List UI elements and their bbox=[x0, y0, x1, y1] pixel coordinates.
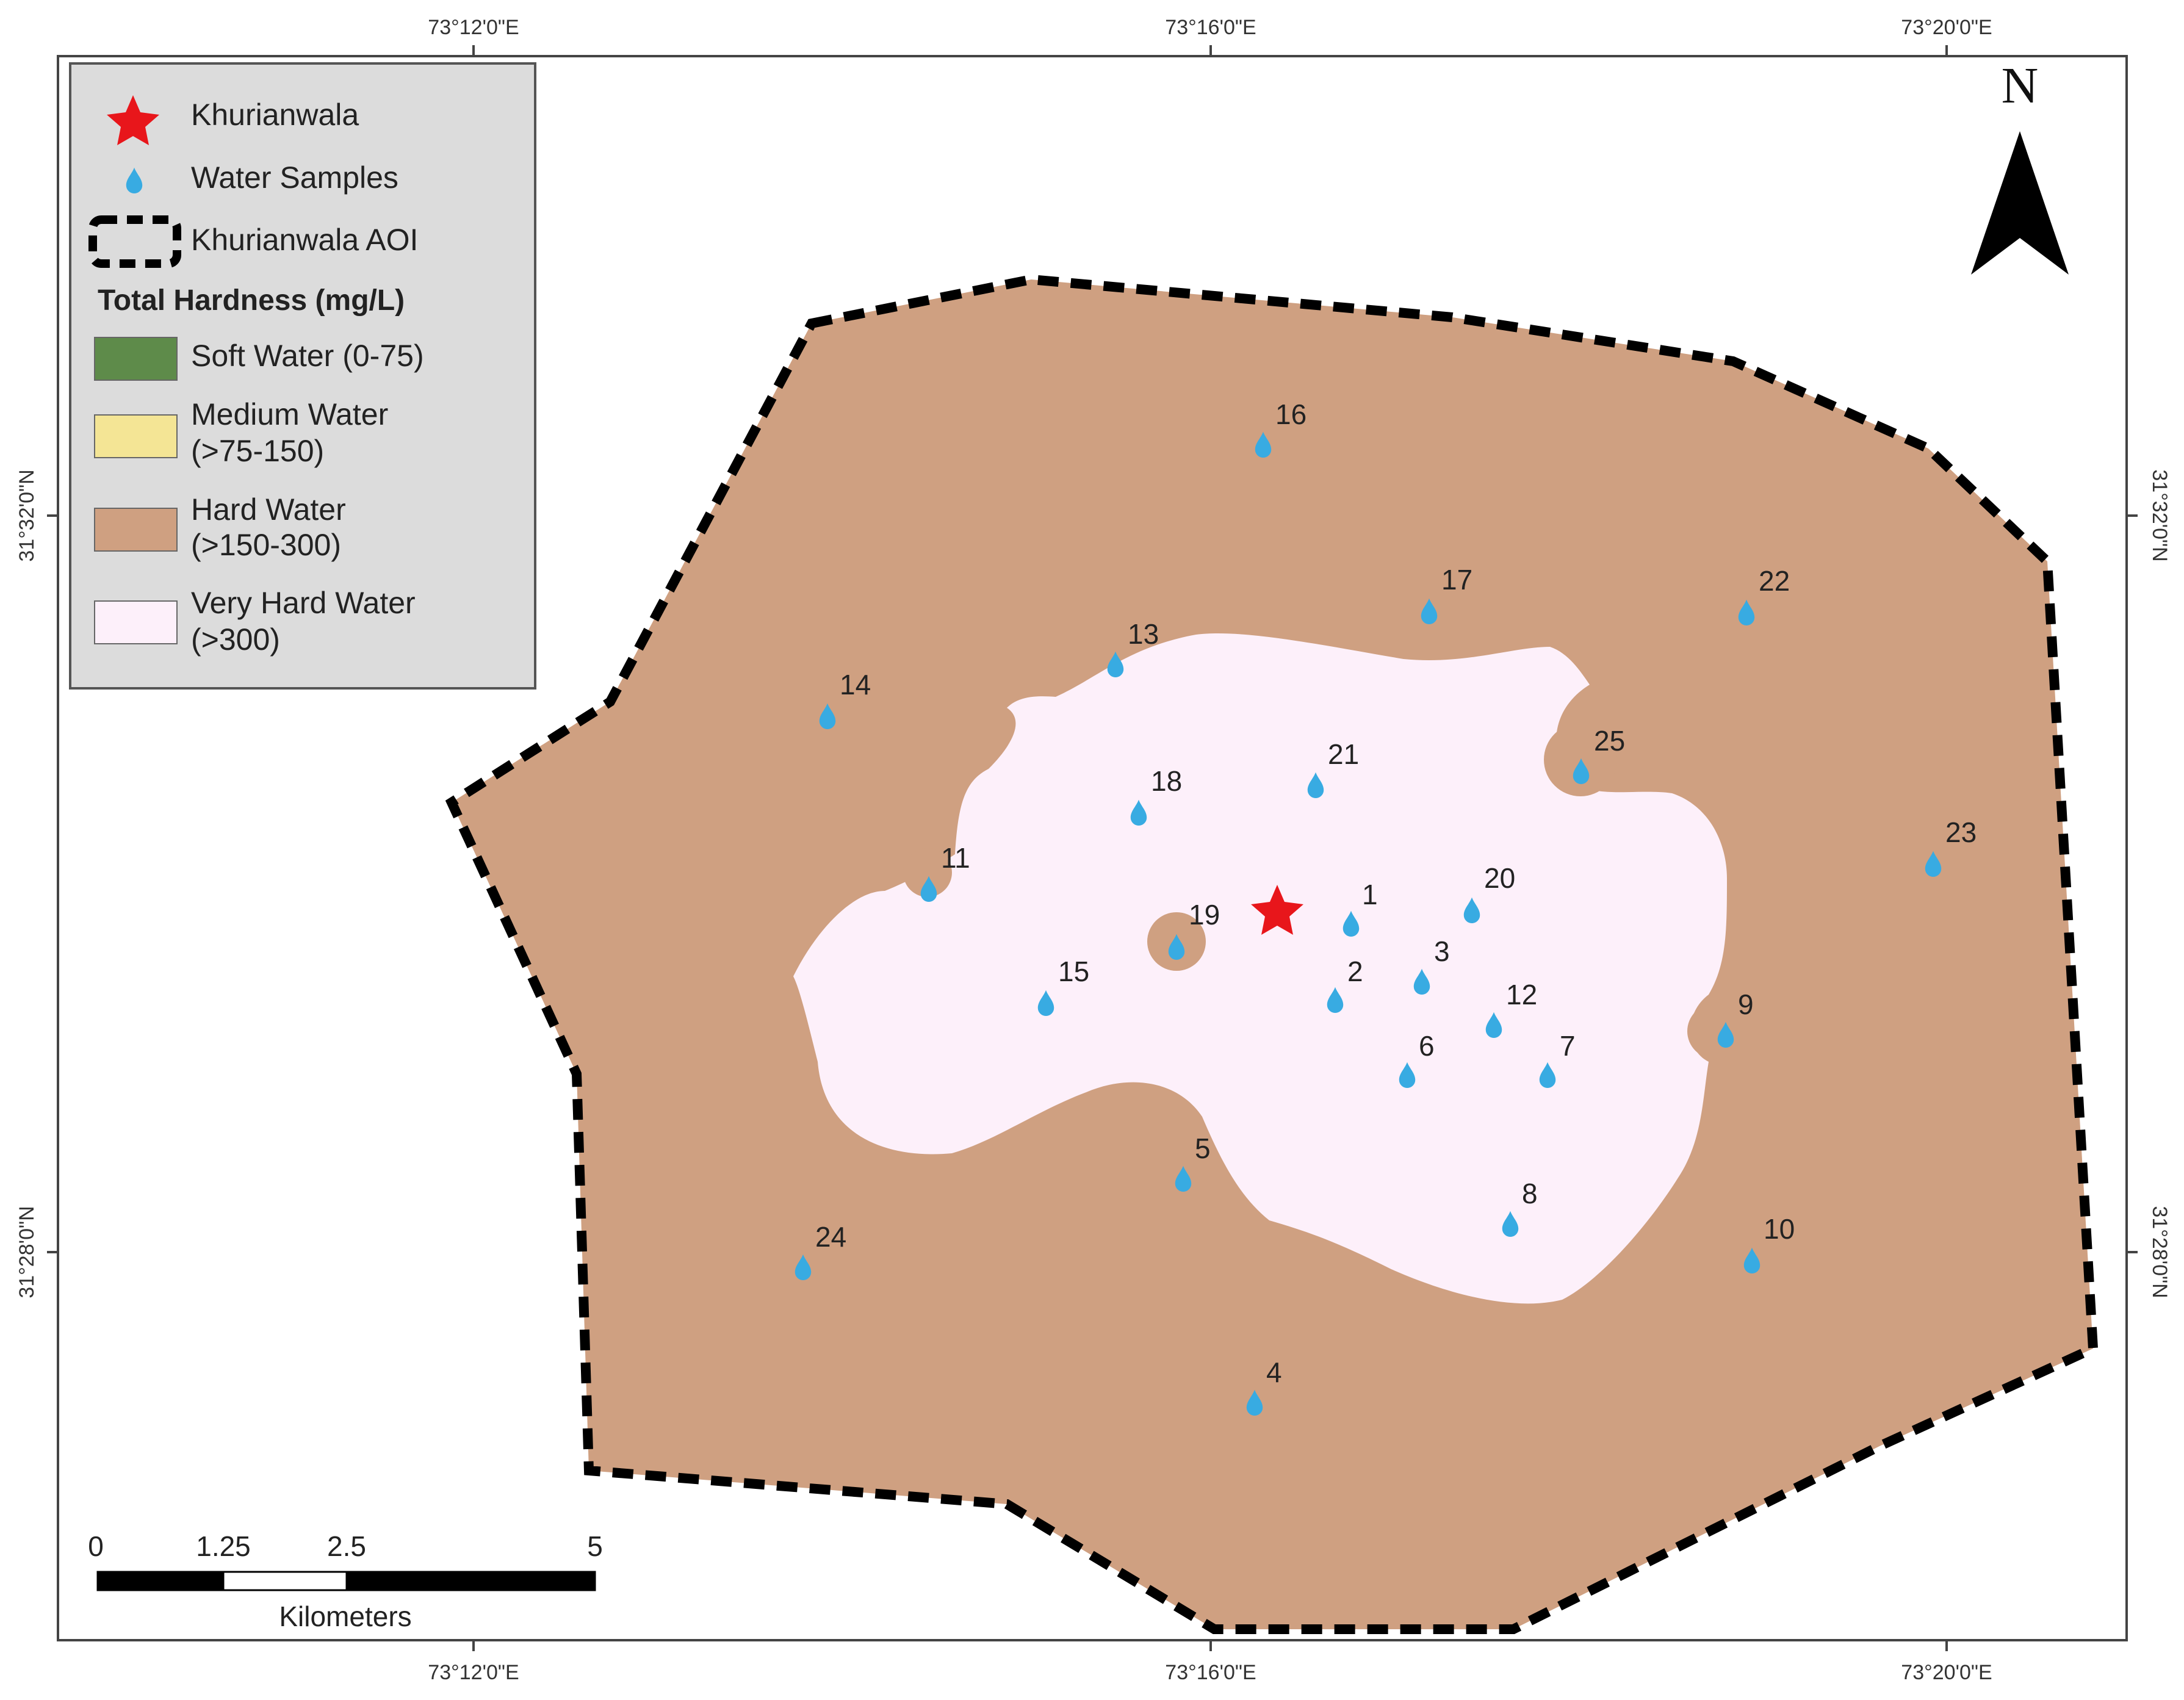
scale-tick-3: 5 bbox=[587, 1530, 603, 1562]
scale-segment-1 bbox=[96, 1571, 225, 1591]
scale-unit: Kilometers bbox=[279, 1601, 411, 1632]
sample-label-2: 2 bbox=[1347, 956, 1363, 987]
sample-label-19: 19 bbox=[1189, 899, 1220, 931]
sample-label-20: 20 bbox=[1484, 862, 1515, 894]
coord-bottom-1: 73°12'0"E bbox=[428, 1661, 519, 1684]
sample-label-4: 4 bbox=[1266, 1356, 1282, 1388]
coord-top-3: 73°20'0"E bbox=[1901, 16, 1992, 39]
legend-class-medium-line1: Medium Water bbox=[191, 397, 388, 431]
coord-top-1: 73°12'0"E bbox=[428, 16, 519, 39]
legend-title: Total Hardness (mg/L) bbox=[98, 284, 405, 317]
sample-label-6: 6 bbox=[1419, 1030, 1435, 1062]
sample-label-18: 18 bbox=[1151, 765, 1182, 797]
sample-label-16: 16 bbox=[1275, 398, 1306, 430]
sample-label-24: 24 bbox=[815, 1221, 846, 1253]
legend-class-hard-line2: (>150-300) bbox=[191, 528, 341, 562]
sample-label-3: 3 bbox=[1434, 935, 1450, 967]
coord-left-1: 31°32'0"N bbox=[15, 469, 38, 561]
legend-item-aoi: Khurianwala AOI bbox=[191, 223, 418, 257]
sample-label-21: 21 bbox=[1328, 738, 1359, 770]
coord-right-2: 31°28'0"N bbox=[2148, 1206, 2171, 1298]
sample-label-5: 5 bbox=[1195, 1133, 1211, 1164]
sample-label-25: 25 bbox=[1594, 725, 1625, 757]
scale-tick-0: 0 bbox=[88, 1530, 104, 1562]
coord-bottom-3: 73°20'0"E bbox=[1901, 1661, 1992, 1684]
sample-label-11: 11 bbox=[941, 842, 970, 874]
very-hard-water-swatch bbox=[94, 600, 178, 644]
scale-segment-2 bbox=[222, 1571, 348, 1591]
sample-label-13: 13 bbox=[1128, 618, 1159, 650]
sample-label-1: 1 bbox=[1362, 879, 1378, 910]
legend-class-very-hard-line1: Very Hard Water bbox=[191, 586, 416, 620]
sample-label-12: 12 bbox=[1506, 979, 1537, 1010]
soft-water-swatch bbox=[94, 337, 178, 381]
legend-class-soft: Soft Water (0-75) bbox=[191, 339, 424, 373]
sample-label-17: 17 bbox=[1441, 564, 1472, 596]
legend-item-khurianwala: Khurianwala bbox=[191, 98, 359, 132]
legend-class-very-hard-line2: (>300) bbox=[191, 622, 280, 657]
coord-left-2: 31°28'0"N bbox=[15, 1206, 38, 1298]
scale-tick-2: 2.5 bbox=[327, 1530, 366, 1562]
coord-right-1: 31°32'0"N bbox=[2148, 469, 2171, 561]
sample-label-10: 10 bbox=[1764, 1213, 1795, 1245]
medium-water-swatch bbox=[94, 414, 178, 458]
coord-top-2: 73°16'0"E bbox=[1165, 16, 1256, 39]
hard-water-swatch bbox=[94, 508, 178, 552]
scale-segment-3 bbox=[345, 1571, 596, 1591]
sample-label-7: 7 bbox=[1560, 1030, 1576, 1062]
legend-item-water-samples: Water Samples bbox=[191, 160, 398, 195]
scale-tick-1: 1.25 bbox=[196, 1530, 251, 1562]
sample-label-9: 9 bbox=[1738, 989, 1754, 1020]
sample-label-14: 14 bbox=[840, 669, 871, 701]
hard-water-notch-9 bbox=[1687, 1004, 1742, 1059]
north-label: N bbox=[2002, 57, 2039, 114]
coord-bottom-2: 73°16'0"E bbox=[1165, 1661, 1256, 1684]
legend-class-medium-line2: (>75-150) bbox=[191, 434, 324, 468]
sample-label-15: 15 bbox=[1058, 956, 1089, 987]
sample-label-22: 22 bbox=[1759, 565, 1790, 597]
legend: Khurianwala Water Samples Khurianwala AO… bbox=[69, 62, 536, 690]
sample-label-23: 23 bbox=[1945, 816, 1977, 848]
sample-label-8: 8 bbox=[1522, 1178, 1538, 1209]
legend-class-hard-line1: Hard Water bbox=[191, 492, 346, 527]
hardness-map: 73°12'0"E 73°16'0"E 73°20'0"E 73°12'0"E … bbox=[15, 16, 2171, 1684]
